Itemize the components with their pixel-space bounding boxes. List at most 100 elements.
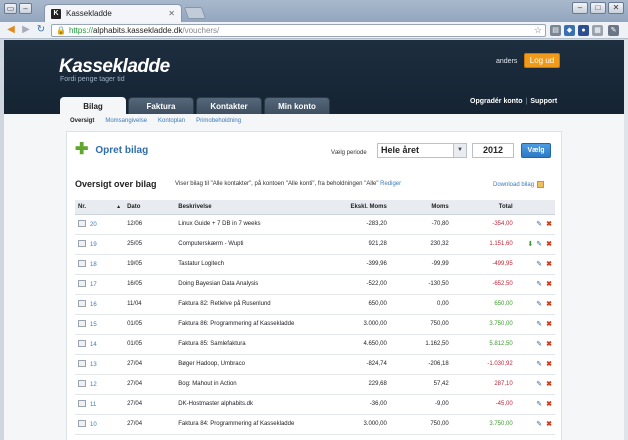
delete-icon[interactable]: ✖ [546, 381, 552, 388]
delete-icon[interactable]: ✖ [546, 361, 552, 368]
table-row[interactable]: 18 19/05 Tastatur Logitech -399,96 -99,99 -49… [75, 254, 555, 275]
column-header-nr[interactable]: Nr. ▲ [75, 200, 125, 215]
voucher-total: -45,00 [454, 394, 519, 415]
browser-tab[interactable]: K Kassekladde ✕ [44, 4, 182, 22]
column-header-excl-vat[interactable]: Ekskl. Moms [326, 200, 393, 215]
voucher-description: Faktura 84: Programmering af Kassekladde [175, 414, 327, 435]
extension-icon[interactable]: ◆ [564, 25, 575, 36]
edit-pencil-icon[interactable]: ✎ [536, 221, 542, 228]
document-icon [78, 220, 86, 227]
download-label: Download bilag [493, 181, 535, 188]
voucher-number[interactable]: 19 [75, 234, 125, 255]
tab-min-konto[interactable]: Min konto [264, 97, 330, 114]
voucher-number[interactable]: 18 [75, 254, 125, 275]
edit-pencil-icon[interactable]: ✎ [536, 341, 542, 348]
table-row[interactable]: 19 25/05 Computerskærm - Wupti 921,28 230,32… [75, 234, 555, 255]
voucher-number[interactable]: 10 [75, 414, 125, 435]
document-icon [78, 380, 86, 387]
extension-icon[interactable]: ● [578, 25, 589, 36]
subnav-oversigt[interactable]: Oversigt [70, 118, 94, 124]
delete-icon[interactable]: ✖ [546, 401, 552, 408]
delete-icon[interactable]: ✖ [546, 221, 552, 228]
voucher-number[interactable]: 15 [75, 314, 125, 335]
subnav-momsangivelse[interactable]: Momsangivelse [105, 118, 147, 124]
table-row[interactable]: 20 12/06 Linux Guide + 7 DB in 7 weeks -283… [75, 214, 555, 235]
delete-icon[interactable]: ✖ [546, 241, 552, 248]
download-vouchers-link[interactable]: Download bilag [493, 181, 545, 188]
bookmark-star-icon[interactable]: ☆ [534, 25, 542, 36]
voucher-number[interactable]: 9 [75, 434, 125, 440]
forward-icon[interactable]: ▶ [20, 24, 32, 36]
voucher-vat: 1.162,50 [392, 334, 455, 355]
edit-pencil-icon[interactable]: ✎ [536, 261, 542, 268]
close-icon[interactable]: ✕ [608, 2, 624, 14]
subnav-kontoplan[interactable]: Kontoplan [158, 118, 185, 124]
delete-icon[interactable]: ✖ [546, 321, 552, 328]
window-minimize-icon[interactable]: – [19, 3, 32, 14]
column-header-date[interactable]: Dato [124, 200, 176, 215]
reload-icon[interactable]: ↻ [35, 24, 47, 36]
year-input[interactable]: 2012 [472, 143, 514, 158]
table-row[interactable]: 11 27/04 DK-Hostmaster alphabits.dk -36,00-… [75, 394, 555, 415]
delete-icon[interactable]: ✖ [546, 281, 552, 288]
tab-kontakter[interactable]: Kontakter [196, 97, 262, 114]
delete-icon[interactable]: ✖ [546, 301, 552, 308]
back-icon[interactable]: ◀ [5, 24, 17, 36]
edit-filter-link[interactable]: Rediger [380, 181, 401, 187]
delete-icon[interactable]: ✖ [546, 341, 552, 348]
browser-toolbar: ◀ ▶ ↻ 🔒 https:// alphabits.kassekladde.d… [0, 22, 628, 39]
choose-period-button[interactable]: Vælg [521, 143, 551, 158]
column-header-total[interactable]: Total [454, 200, 519, 215]
edit-pencil-icon[interactable]: ✎ [536, 281, 542, 288]
voucher-number[interactable]: 16 [75, 294, 125, 315]
edit-pencil-icon[interactable]: ✎ [536, 401, 542, 408]
table-row[interactable]: 13 27/04 Bøger Hadoop, Umbraco -824,74 -206,… [75, 354, 555, 375]
maximize-icon[interactable]: □ [590, 2, 606, 14]
new-tab-button[interactable] [183, 7, 207, 19]
site-logo[interactable]: Kassekladde [59, 56, 170, 78]
edit-pencil-icon[interactable]: ✎ [536, 241, 542, 248]
table-row[interactable]: 927/04Faktura 83: Programmering af Kasse… [75, 434, 555, 440]
voucher-number[interactable]: 11 [75, 394, 125, 415]
create-voucher-link[interactable]: ✚ Opret bilag [75, 142, 148, 158]
table-row[interactable]: 12 27/04 Bog: Mahout in Action 229,68 57,42 2… [75, 374, 555, 395]
edit-pencil-icon[interactable]: ✎ [536, 421, 542, 428]
extension-icon[interactable]: ▦ [592, 25, 603, 36]
delete-icon[interactable]: ✖ [546, 421, 552, 428]
table-row[interactable]: 15 01/05 Faktura 86: Programmering af Kass… [75, 314, 555, 335]
voucher-number[interactable]: 17 [75, 274, 125, 295]
voucher-number[interactable]: 13 [75, 354, 125, 375]
table-row[interactable]: 17 16/05 Doing Bayesian Data Analysis -522,… [75, 274, 555, 295]
edit-pencil-icon[interactable]: ✎ [536, 301, 542, 308]
subnav-primobeholdning[interactable]: Primobeholdning [196, 118, 241, 124]
table-row[interactable]: 14 01/05 Faktura 85: Samlefaktura 4.650,00 1… [75, 334, 555, 355]
voucher-number[interactable]: 12 [75, 374, 125, 395]
period-select[interactable]: Hele året ▼ [377, 143, 467, 158]
address-bar[interactable]: 🔒 https:// alphabits.kassekladde.dk /vou… [51, 24, 546, 37]
tab-close-icon[interactable]: ✕ [168, 9, 175, 18]
edit-pencil-icon[interactable]: ✎ [536, 381, 542, 388]
upgrade-link[interactable]: Opgradér konto [470, 98, 523, 105]
delete-icon[interactable]: ✖ [546, 261, 552, 268]
page-scrollbar[interactable] [624, 40, 628, 440]
edit-pencil-icon[interactable]: ✎ [536, 361, 542, 368]
window-menu-icon[interactable]: ▭ [4, 3, 17, 14]
filter-text: Viser bilag til "Alle kontakter", på kon… [175, 181, 379, 187]
minimize-icon[interactable]: – [572, 2, 588, 14]
tab-bilag[interactable]: Bilag [60, 97, 126, 114]
support-link[interactable]: Support [530, 98, 557, 105]
voucher-number[interactable]: 14 [75, 334, 125, 355]
lock-icon: 🔒 [56, 26, 66, 35]
download-arrow-icon[interactable]: ⬇ [527, 241, 533, 248]
logout-button[interactable]: Log ud [524, 53, 560, 68]
column-header-vat[interactable]: Moms [392, 200, 455, 215]
table-row[interactable]: 16 11/04 Faktura 82: Retlelve på Rusenlund… [75, 294, 555, 315]
edit-pencil-icon[interactable]: ✎ [536, 321, 542, 328]
table-row[interactable]: 10 27/04 Faktura 84: Programmering af Kass… [75, 414, 555, 435]
wrench-icon[interactable]: ✎ [608, 25, 619, 36]
column-header-description[interactable]: Beskrivelse [175, 200, 327, 215]
voucher-number[interactable]: 20 [75, 214, 125, 235]
tab-faktura[interactable]: Faktura [128, 97, 194, 114]
extension-icon[interactable]: ▤ [550, 25, 561, 36]
sub-navigation: Oversigt Momsangivelse Kontoplan Primobe… [70, 118, 241, 124]
